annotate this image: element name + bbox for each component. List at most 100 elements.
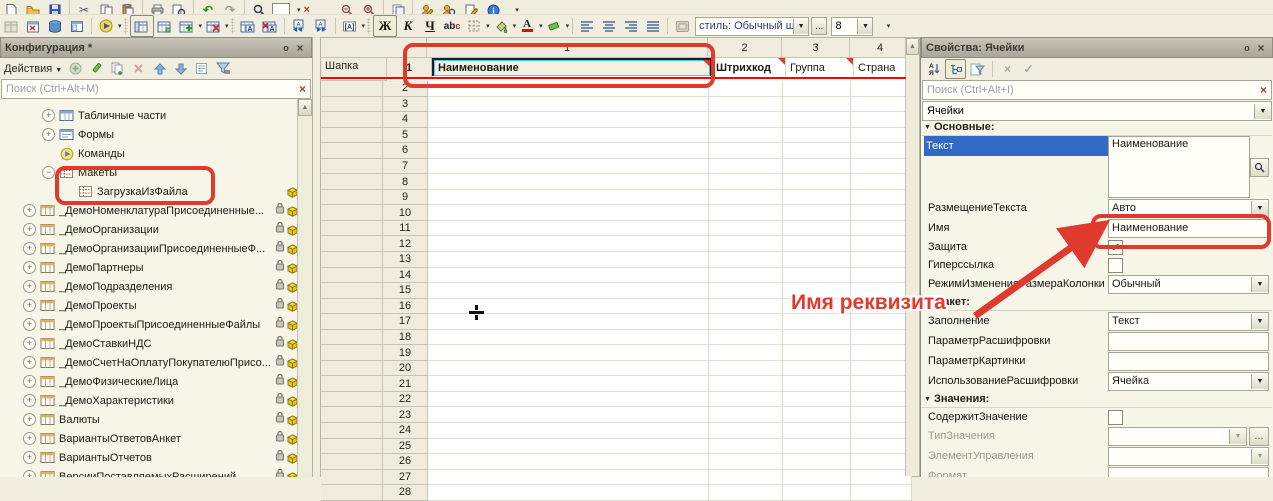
section-gutter[interactable] xyxy=(321,112,383,128)
row-header-1[interactable]: 1 xyxy=(387,58,432,79)
section-gutter[interactable] xyxy=(321,97,383,113)
cell-r12c1[interactable] xyxy=(428,236,709,252)
chevron-down-icon[interactable]: ▼ xyxy=(1254,104,1271,119)
row-header-28[interactable]: 28 xyxy=(383,485,428,501)
expand-icon[interactable]: + xyxy=(23,470,36,477)
open-editor-button[interactable] xyxy=(1250,158,1269,177)
column-header-4[interactable]: 4 xyxy=(850,38,911,58)
section-gutter[interactable] xyxy=(321,345,383,361)
column-header-1[interactable]: 1 xyxy=(427,38,708,58)
apply-edit-icon[interactable]: ✓ xyxy=(1019,60,1038,78)
section-gutter[interactable] xyxy=(321,392,383,408)
cell-r9c4[interactable] xyxy=(851,190,912,206)
cell-r24c1[interactable] xyxy=(428,423,709,439)
cell-r28c1[interactable] xyxy=(428,485,709,501)
row-header-10[interactable]: 10 xyxy=(383,205,428,221)
row-header-3[interactable]: 3 xyxy=(383,97,428,113)
cell-r9c3[interactable] xyxy=(783,190,851,206)
pin-icon[interactable]: o xyxy=(279,42,293,54)
cell-r2c3[interactable] xyxy=(783,81,851,97)
cell-r5c3[interactable] xyxy=(783,128,851,144)
expand-icon[interactable]: + xyxy=(23,223,36,236)
cell-r3c2[interactable] xyxy=(709,97,783,113)
section-header[interactable]: ▼Макет: xyxy=(922,294,1272,311)
clear-search-icon[interactable]: × xyxy=(299,82,306,96)
cell-r21c2[interactable] xyxy=(709,376,783,392)
expand-icon[interactable]: + xyxy=(23,299,36,312)
tool-eraser-icon[interactable] xyxy=(543,16,565,36)
expand-icon[interactable]: + xyxy=(23,375,36,388)
row-header-12[interactable]: 12 xyxy=(383,236,428,252)
section-gutter[interactable] xyxy=(321,376,383,392)
chevron-down-icon[interactable]: ▼ xyxy=(1251,374,1268,389)
tree-item[interactable]: +ВариантыОтветовАнкет xyxy=(0,429,298,448)
cell-r19c4[interactable] xyxy=(851,345,912,361)
cell-r4c2[interactable] xyxy=(709,112,783,128)
section-gutter[interactable] xyxy=(321,299,383,315)
cell-r24c4[interactable] xyxy=(851,423,912,439)
expand-icon[interactable]: + xyxy=(23,280,36,293)
cell-r20c3[interactable] xyxy=(783,361,851,377)
cell-r3c3[interactable] xyxy=(783,97,851,113)
more-fonts-button[interactable]: ... xyxy=(811,17,827,35)
section-gutter[interactable] xyxy=(321,330,383,346)
cell-r17c1[interactable] xyxy=(428,314,709,330)
tool-text-case-icon[interactable]: abc xyxy=(441,16,463,36)
cell-r11c3[interactable] xyxy=(783,221,851,237)
cell-r8c4[interactable] xyxy=(851,174,912,190)
tree-item[interactable]: +Табличные части xyxy=(0,106,298,125)
tree-item[interactable]: +_ДемоПроектыПрисоединенныеФайлы xyxy=(0,315,298,334)
cell-r7c2[interactable] xyxy=(709,159,783,175)
cell-r10c3[interactable] xyxy=(783,205,851,221)
chevron-down-icon[interactable]: ▾ xyxy=(225,22,229,30)
tool-user-search-icon[interactable] xyxy=(438,0,460,15)
cell-r4c1[interactable] xyxy=(428,112,709,128)
cell-r4c4[interactable] xyxy=(851,112,912,128)
spreadsheet-editor[interactable]: 1234Шапка1НаименованиеШтрихкодГруппаСтра… xyxy=(320,37,920,477)
tree-item[interactable]: +_ДемоПодразделения xyxy=(0,277,298,296)
value-combobox[interactable]: Обычный▼ xyxy=(1108,275,1269,294)
cell-r15c4[interactable] xyxy=(851,283,912,299)
cell-r3c1[interactable] xyxy=(428,97,709,113)
property-object-selector[interactable]: Ячейки ▼ xyxy=(922,101,1272,121)
tool-info-icon[interactable]: i xyxy=(482,0,504,15)
corner-cell[interactable] xyxy=(321,38,427,58)
font-style-combobox[interactable]: стиль: Обычный шр▼ xyxy=(695,17,809,36)
section-header[interactable]: ▼Основные: xyxy=(922,119,1272,136)
cell-r22c2[interactable] xyxy=(709,392,783,408)
cell-r17c4[interactable] xyxy=(851,314,912,330)
tool-fontcolor-icon[interactable]: А xyxy=(516,16,538,36)
chevron-down-icon[interactable]: ▼ xyxy=(1251,449,1268,464)
value-input[interactable]: Наименование xyxy=(1108,219,1269,238)
section-gutter[interactable] xyxy=(321,454,383,470)
tree-item[interactable]: +_ДемоХарактеристики xyxy=(0,391,298,410)
expand-icon[interactable]: + xyxy=(23,356,36,369)
tool-grid-disabled-icon[interactable] xyxy=(0,16,22,36)
cell-r2c4[interactable] xyxy=(851,81,912,97)
cell-r23c3[interactable] xyxy=(783,407,851,423)
tree-item[interactable]: +_ДемоСчетНаОплатуПокупателюПрисо... xyxy=(0,353,298,372)
row-header-8[interactable]: 8 xyxy=(383,174,428,190)
expand-icon[interactable]: + xyxy=(23,432,36,445)
chevron-down-icon[interactable]: ▾ xyxy=(362,22,366,30)
cell-r6c3[interactable] xyxy=(783,143,851,159)
tree-item[interactable]: +Формы xyxy=(0,125,298,144)
cell-r7c3[interactable] xyxy=(783,159,851,175)
sort-list-icon[interactable] xyxy=(194,61,209,76)
cell-r26c1[interactable] xyxy=(428,454,709,470)
cell-r8c2[interactable] xyxy=(709,174,783,190)
cell-r28c3[interactable] xyxy=(783,485,851,501)
row-header-2[interactable]: 2 xyxy=(383,81,428,97)
row-header-22[interactable]: 22 xyxy=(383,392,428,408)
cell-r6c1[interactable] xyxy=(428,143,709,159)
expand-icon[interactable]: + xyxy=(23,451,36,464)
expand-icon[interactable]: + xyxy=(42,109,55,122)
cell-r25c2[interactable] xyxy=(709,439,783,455)
cell-r13c4[interactable] xyxy=(851,252,912,268)
tree-scrollbar[interactable]: ▲ xyxy=(297,99,312,477)
tool-overflow-icon[interactable]: ▾ xyxy=(504,0,526,15)
format-underline-button[interactable]: Ч xyxy=(419,16,441,36)
cell-r22c4[interactable] xyxy=(851,392,912,408)
cell-r9c2[interactable] xyxy=(709,190,783,206)
cell-r28c2[interactable] xyxy=(709,485,783,501)
